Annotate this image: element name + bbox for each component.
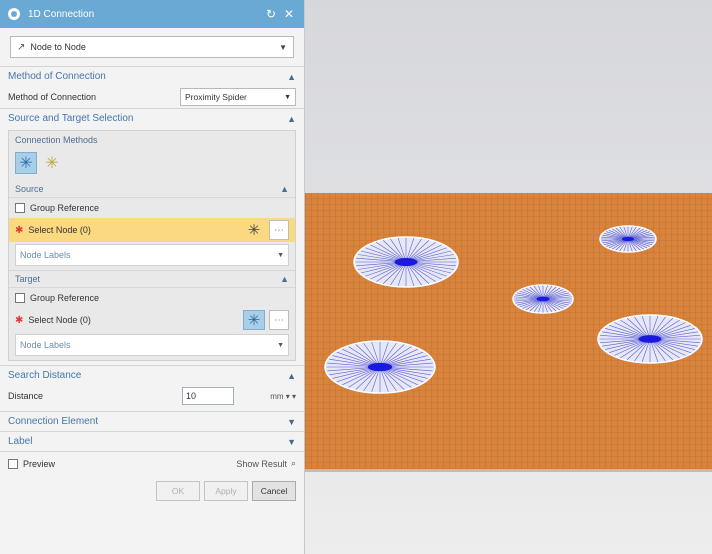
magnifier-icon: ⌕ [290,458,296,468]
spider-connection[interactable] [597,314,703,364]
spider-connection[interactable] [599,225,657,253]
method-label: Method of Connection [8,92,97,102]
group-reference-label: Group Reference [30,203,100,213]
connection-element-header[interactable]: Connection Element ▼ [0,411,304,431]
connection-methods-label: Connection Methods [9,131,295,149]
connection-dialog: 1D Connection ↻ ✕ ↗ Node to Node ▼ Metho… [0,0,305,554]
preview-checkbox[interactable] [8,458,18,469]
spider-center-node [638,335,662,343]
method-select[interactable]: Proximity Spider ▼ [180,88,296,106]
chevron-down-icon: ▼ [277,251,284,259]
spider-center-node [536,296,550,302]
label-header[interactable]: Label ▼ [0,431,304,451]
target-select-node[interactable]: ✱ Select Node (0) ✳ ⋯ [9,308,295,332]
source-select-node[interactable]: ✱ Select Node (0) ✳ ⋯ [9,218,295,242]
chevron-up-icon: ▲ [287,113,296,124]
source-target-section-header[interactable]: Source and Target Selection ▲ [0,108,304,128]
node-select-icon[interactable]: ✳ [243,220,265,240]
source-target-title: Source and Target Selection [8,113,134,124]
spider-center-node [367,362,393,372]
more-options-icon[interactable]: ⋯ [269,220,289,240]
required-icon: ✱ [15,224,24,236]
source-select-node-label: Select Node (0) [28,225,91,235]
more-options-icon[interactable]: ⋯ [269,310,289,330]
cancel-button[interactable]: Cancel [252,481,296,501]
target-node-labels-value: Node Labels [20,340,71,350]
search-distance-title: Search Distance [8,370,82,381]
star-method-icon[interactable]: ✳ [41,152,63,174]
chevron-up-icon: ▲ [287,71,296,82]
chevron-down-icon: ▼ [287,436,296,447]
node-select-icon[interactable]: ✳ [243,310,265,330]
method-value: Proximity Spider [185,92,247,102]
source-node-labels-value: Node Labels [20,250,71,260]
close-icon[interactable]: ✕ [282,7,296,21]
connection-method-icons: ✳ ✳ [9,149,295,180]
group-reference-label: Group Reference [30,293,100,303]
chevron-down-icon: ▼ [277,341,284,349]
unit-select[interactable]: mm ▾ ▾ [240,387,296,405]
dialog-buttons: OK Apply Cancel [0,475,304,507]
spider-method-icon[interactable]: ✳ [15,152,37,174]
distance-input[interactable]: 10 [182,387,234,405]
connection-app-icon [8,8,20,20]
apply-button[interactable]: Apply [204,481,248,501]
preview-label: Preview [23,458,56,469]
node-to-node-icon: ↗ [17,41,26,53]
show-result-button[interactable]: Show Result ⌕ [236,458,296,469]
search-distance-header[interactable]: Search Distance ▲ [0,365,304,385]
chevron-down-icon: ▼ [284,93,291,101]
show-result-label: Show Result [236,458,287,469]
spider-connection[interactable] [353,236,459,288]
distance-label: Distance [8,391,44,401]
chevron-up-icon: ▲ [287,370,296,381]
target-select-node-label: Select Node (0) [28,315,91,325]
connection-type-value: Node to Node [30,42,86,52]
chevron-up-icon: ▲ [280,274,289,284]
mesh-plate-edge [305,469,712,472]
group-reference-checkbox[interactable] [15,293,25,303]
chevron-down-icon: ▾ ▾ [283,391,296,401]
mesh-canvas[interactable] [305,0,712,554]
connection-methods-group: Connection Methods ✳ ✳ Source ▲ Group Re… [8,130,296,361]
source-title: Source [15,183,44,194]
method-row: Method of Connection Proximity Spider ▼ [0,86,304,108]
method-section-header[interactable]: Method of Connection ▲ [0,66,304,86]
chevron-down-icon: ▼ [287,416,296,427]
method-section-title: Method of Connection [8,71,106,82]
ok-button[interactable]: OK [156,481,200,501]
target-node-labels-select[interactable]: Node Labels ▼ [15,334,289,356]
chevron-down-icon: ▼ [279,42,287,52]
connection-methods-text: Connection Methods [15,135,98,145]
target-title: Target [15,274,41,284]
target-group-reference[interactable]: Group Reference [9,288,295,308]
graphics-viewport[interactable] [305,0,712,554]
source-group-reference[interactable]: Group Reference [9,198,295,218]
distance-row: Distance 10 mm ▾ ▾ [0,385,304,407]
dialog-title: 1D Connection [28,8,95,20]
spider-center-node [621,236,635,242]
preview-row: Preview Show Result ⌕ [0,451,304,475]
chevron-up-icon: ▲ [280,183,289,194]
required-icon: ✱ [15,314,24,326]
target-header[interactable]: Target ▲ [9,270,295,288]
spider-center-node [394,258,418,266]
source-header[interactable]: Source ▲ [9,180,295,198]
refresh-icon[interactable]: ↻ [264,7,278,21]
connection-element-title: Connection Element [8,416,99,427]
dialog-titlebar: 1D Connection ↻ ✕ [0,0,304,28]
unit-value: mm [270,391,284,401]
spider-connection[interactable] [512,284,574,314]
group-reference-checkbox[interactable] [15,203,25,213]
label-title: Label [8,436,33,447]
source-node-labels-select[interactable]: Node Labels ▼ [15,244,289,266]
connection-type-select[interactable]: ↗ Node to Node ▼ [10,36,294,58]
spider-connection[interactable] [324,340,436,394]
